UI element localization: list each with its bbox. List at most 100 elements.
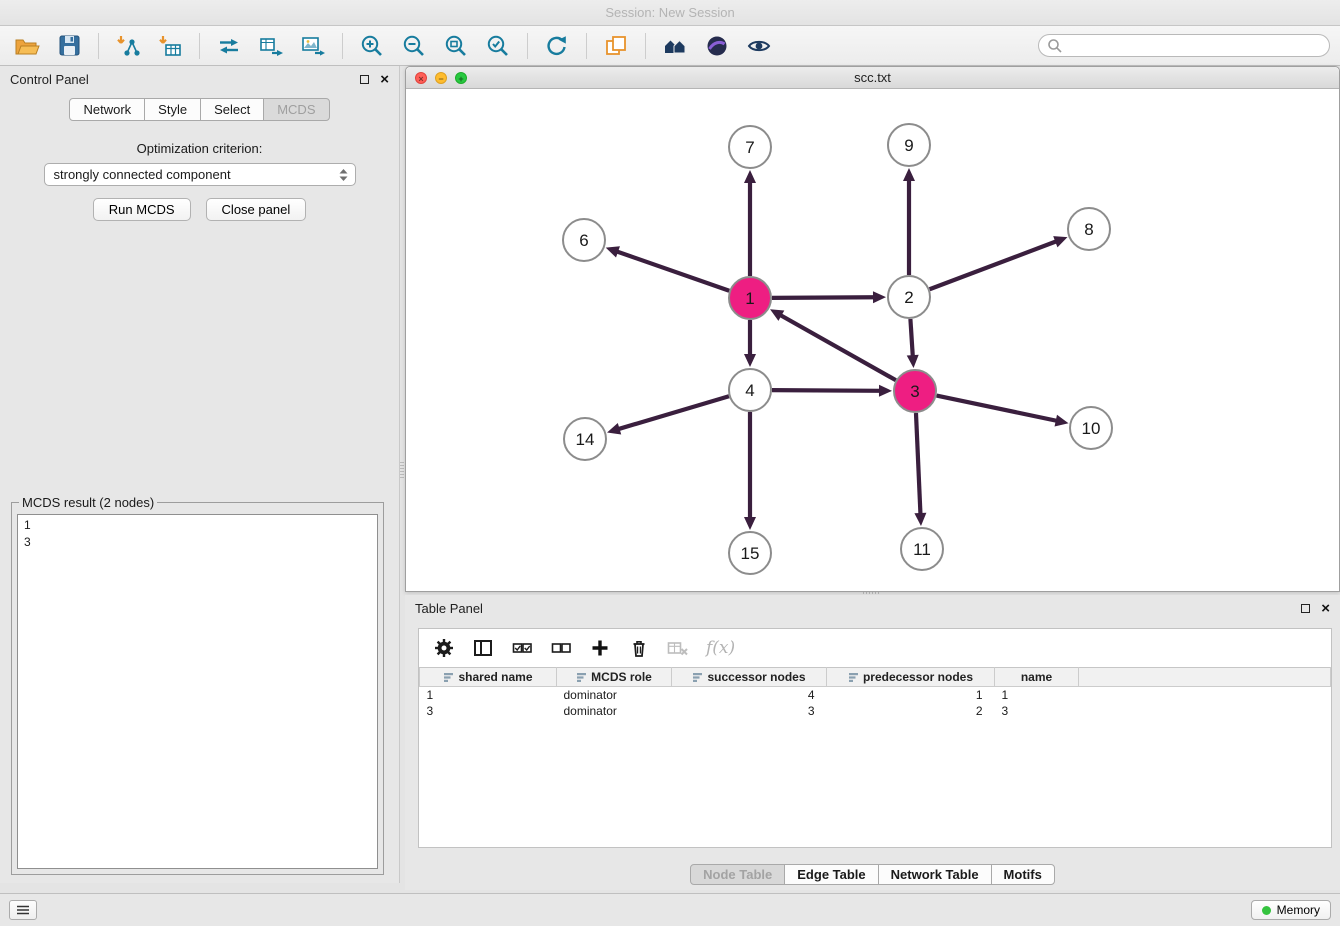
cell-shared-name[interactable]: 1 — [420, 687, 557, 703]
graph-edge[interactable] — [780, 315, 896, 381]
graph-edge[interactable] — [930, 241, 1058, 289]
import-table-button[interactable] — [153, 29, 187, 63]
delete-columns-button[interactable] — [628, 637, 650, 659]
export-table-button[interactable] — [254, 29, 288, 63]
graph-node[interactable]: 8 — [1068, 208, 1110, 250]
node-table: shared name MCDS role successor nodes pr… — [419, 667, 1331, 719]
cell-successor-nodes[interactable]: 4 — [672, 687, 827, 703]
tab-node-table[interactable]: Node Table — [690, 864, 785, 885]
refresh-view-button[interactable] — [540, 29, 574, 63]
delete-table-button[interactable] — [667, 637, 689, 659]
show-graphics-details-button[interactable] — [742, 29, 776, 63]
cell-name[interactable]: 3 — [995, 703, 1079, 719]
export-image-button[interactable] — [296, 29, 330, 63]
graph-edge[interactable] — [616, 251, 729, 291]
graph-node[interactable]: 11 — [901, 528, 943, 570]
maximize-window-icon[interactable]: + — [455, 72, 467, 84]
graph-edge-arrowhead — [606, 246, 620, 257]
vizmap-swirl-icon — [704, 33, 730, 59]
graph-edge[interactable] — [772, 297, 875, 298]
task-history-button[interactable] — [9, 900, 37, 920]
show-column-button[interactable] — [472, 637, 494, 659]
graph-edge-arrowhead — [879, 385, 892, 397]
zoom-in-button[interactable] — [355, 29, 389, 63]
minimize-window-icon[interactable]: − — [435, 72, 447, 84]
network-window-title: scc.txt — [854, 70, 891, 85]
open-session-button[interactable] — [10, 29, 44, 63]
table-panel-title: Table Panel — [415, 601, 483, 616]
tab-style[interactable]: Style — [144, 98, 201, 121]
column-header-mcds-role[interactable]: MCDS role — [557, 668, 672, 687]
graph-edge[interactable] — [916, 413, 921, 515]
new-column-button[interactable] — [589, 637, 611, 659]
toggle-panels-button[interactable] — [658, 29, 692, 63]
criterion-select[interactable]: strongly connected component — [44, 163, 356, 186]
graph-node[interactable]: 3 — [894, 370, 936, 412]
column-sort-icon — [848, 672, 859, 683]
table-row[interactable]: 1 dominator 4 1 1 — [420, 687, 1331, 703]
zoom-selected-button[interactable] — [481, 29, 515, 63]
zoom-out-button[interactable] — [397, 29, 431, 63]
cell-mcds-role[interactable]: dominator — [557, 703, 672, 719]
graph-edge[interactable] — [618, 396, 729, 429]
close-panel-icon[interactable]: × — [380, 72, 389, 87]
column-header-predecessor-nodes[interactable]: predecessor nodes — [827, 668, 995, 687]
tab-network[interactable]: Network — [69, 98, 145, 121]
import-table-icon — [157, 33, 183, 59]
cell-shared-name[interactable]: 3 — [420, 703, 557, 719]
float-panel-icon[interactable] — [360, 75, 369, 84]
column-header-shared-name[interactable]: shared name — [420, 668, 557, 687]
zoom-fit-button[interactable] — [439, 29, 473, 63]
cell-predecessor-nodes[interactable]: 2 — [827, 703, 995, 719]
tab-edge-table[interactable]: Edge Table — [784, 864, 878, 885]
graph-node[interactable]: 2 — [888, 276, 930, 318]
graph-node[interactable]: 15 — [729, 532, 771, 574]
table-row[interactable]: 3 dominator 3 2 3 — [420, 703, 1331, 719]
graph-node[interactable]: 7 — [729, 126, 771, 168]
function-builder-button[interactable]: f(x) — [706, 638, 735, 658]
graph-node[interactable]: 4 — [729, 369, 771, 411]
tab-motifs[interactable]: Motifs — [991, 864, 1055, 885]
float-panel-icon[interactable] — [1301, 604, 1310, 613]
column-header-name[interactable]: name — [995, 668, 1079, 687]
graph-edge[interactable] — [910, 319, 912, 357]
tab-select[interactable]: Select — [200, 98, 264, 121]
network-window-titlebar[interactable]: × − + scc.txt — [406, 67, 1339, 89]
import-network-button[interactable] — [111, 29, 145, 63]
search-input[interactable] — [1067, 38, 1321, 53]
graph-node-label: 7 — [745, 138, 754, 157]
style-button[interactable] — [700, 29, 734, 63]
graph-node[interactable]: 14 — [564, 418, 606, 460]
network-canvas[interactable]: 7 9 6 8 1 2 4 3 14 10 15 11 — [406, 89, 1339, 591]
tab-network-table[interactable]: Network Table — [878, 864, 992, 885]
tab-mcds[interactable]: MCDS — [263, 98, 329, 121]
table-options-button[interactable] — [433, 637, 455, 659]
table-header-row: shared name MCDS role successor nodes pr… — [420, 668, 1331, 687]
snapshot-button[interactable] — [599, 29, 633, 63]
new-network-from-selection-button[interactable] — [212, 29, 246, 63]
save-session-button[interactable] — [52, 29, 86, 63]
cell-predecessor-nodes[interactable]: 1 — [827, 687, 995, 703]
graph-edge-arrowhead — [744, 517, 756, 530]
close-panel-button[interactable]: Close panel — [206, 198, 307, 221]
cell-successor-nodes[interactable]: 3 — [672, 703, 827, 719]
close-panel-icon[interactable]: × — [1321, 601, 1330, 616]
run-mcds-button[interactable]: Run MCDS — [93, 198, 191, 221]
graph-node[interactable]: 9 — [888, 124, 930, 166]
graph-node[interactable]: 6 — [563, 219, 605, 261]
column-header-successor-nodes[interactable]: successor nodes — [672, 668, 827, 687]
network-graph[interactable]: 7 9 6 8 1 2 4 3 14 10 15 11 — [406, 89, 1339, 591]
close-window-icon[interactable]: × — [415, 72, 427, 84]
graph-edge[interactable] — [772, 390, 881, 391]
memory-button[interactable]: Memory — [1251, 900, 1331, 920]
columns-icon — [473, 638, 493, 658]
cell-mcds-role[interactable]: dominator — [557, 687, 672, 703]
mcds-result-list[interactable]: 1 3 — [17, 514, 378, 869]
graph-node-label: 14 — [576, 430, 595, 449]
select-all-columns-button[interactable] — [511, 637, 533, 659]
cell-name[interactable]: 1 — [995, 687, 1079, 703]
graph-node[interactable]: 1 — [729, 277, 771, 319]
graph-edge[interactable] — [937, 396, 1058, 421]
deselect-all-columns-button[interactable] — [550, 637, 572, 659]
graph-node[interactable]: 10 — [1070, 407, 1112, 449]
